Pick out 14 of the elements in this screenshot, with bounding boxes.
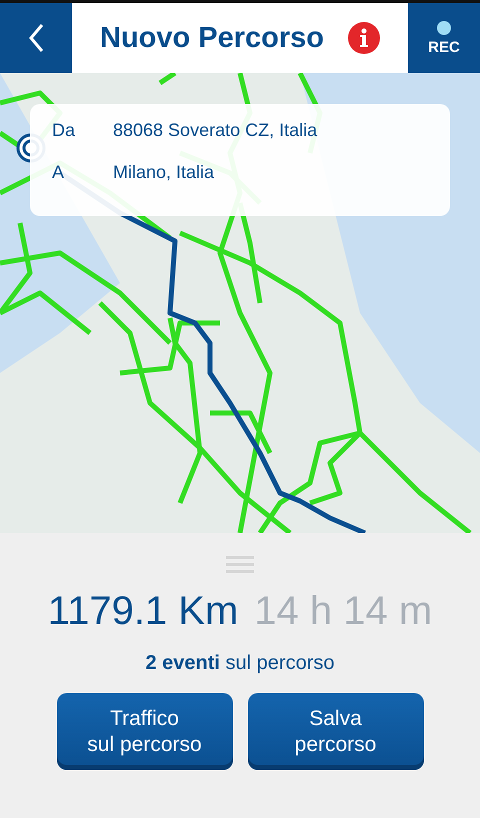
action-button[interactable]: Traffico sul percorso: [56, 693, 232, 770]
info-button[interactable]: [348, 22, 380, 54]
info-icon: [359, 28, 369, 48]
drag-handle-icon[interactable]: [226, 555, 254, 575]
route-address[interactable]: 88068 Soverato CZ, Italia: [113, 120, 318, 140]
route-distance: 1179.1 Km: [48, 589, 238, 634]
action-button[interactable]: Salva percorso: [248, 693, 424, 770]
events-summary: 2 eventi sul percorso: [146, 652, 334, 675]
route-label: Da: [52, 120, 76, 140]
chevron-left-icon: [28, 23, 44, 53]
route-address[interactable]: Milano, Italia: [113, 162, 214, 182]
route-duration: 14 h 14 m: [254, 589, 432, 634]
screen-title: Nuovo Percorso: [100, 22, 324, 54]
route-label: A: [52, 162, 66, 182]
